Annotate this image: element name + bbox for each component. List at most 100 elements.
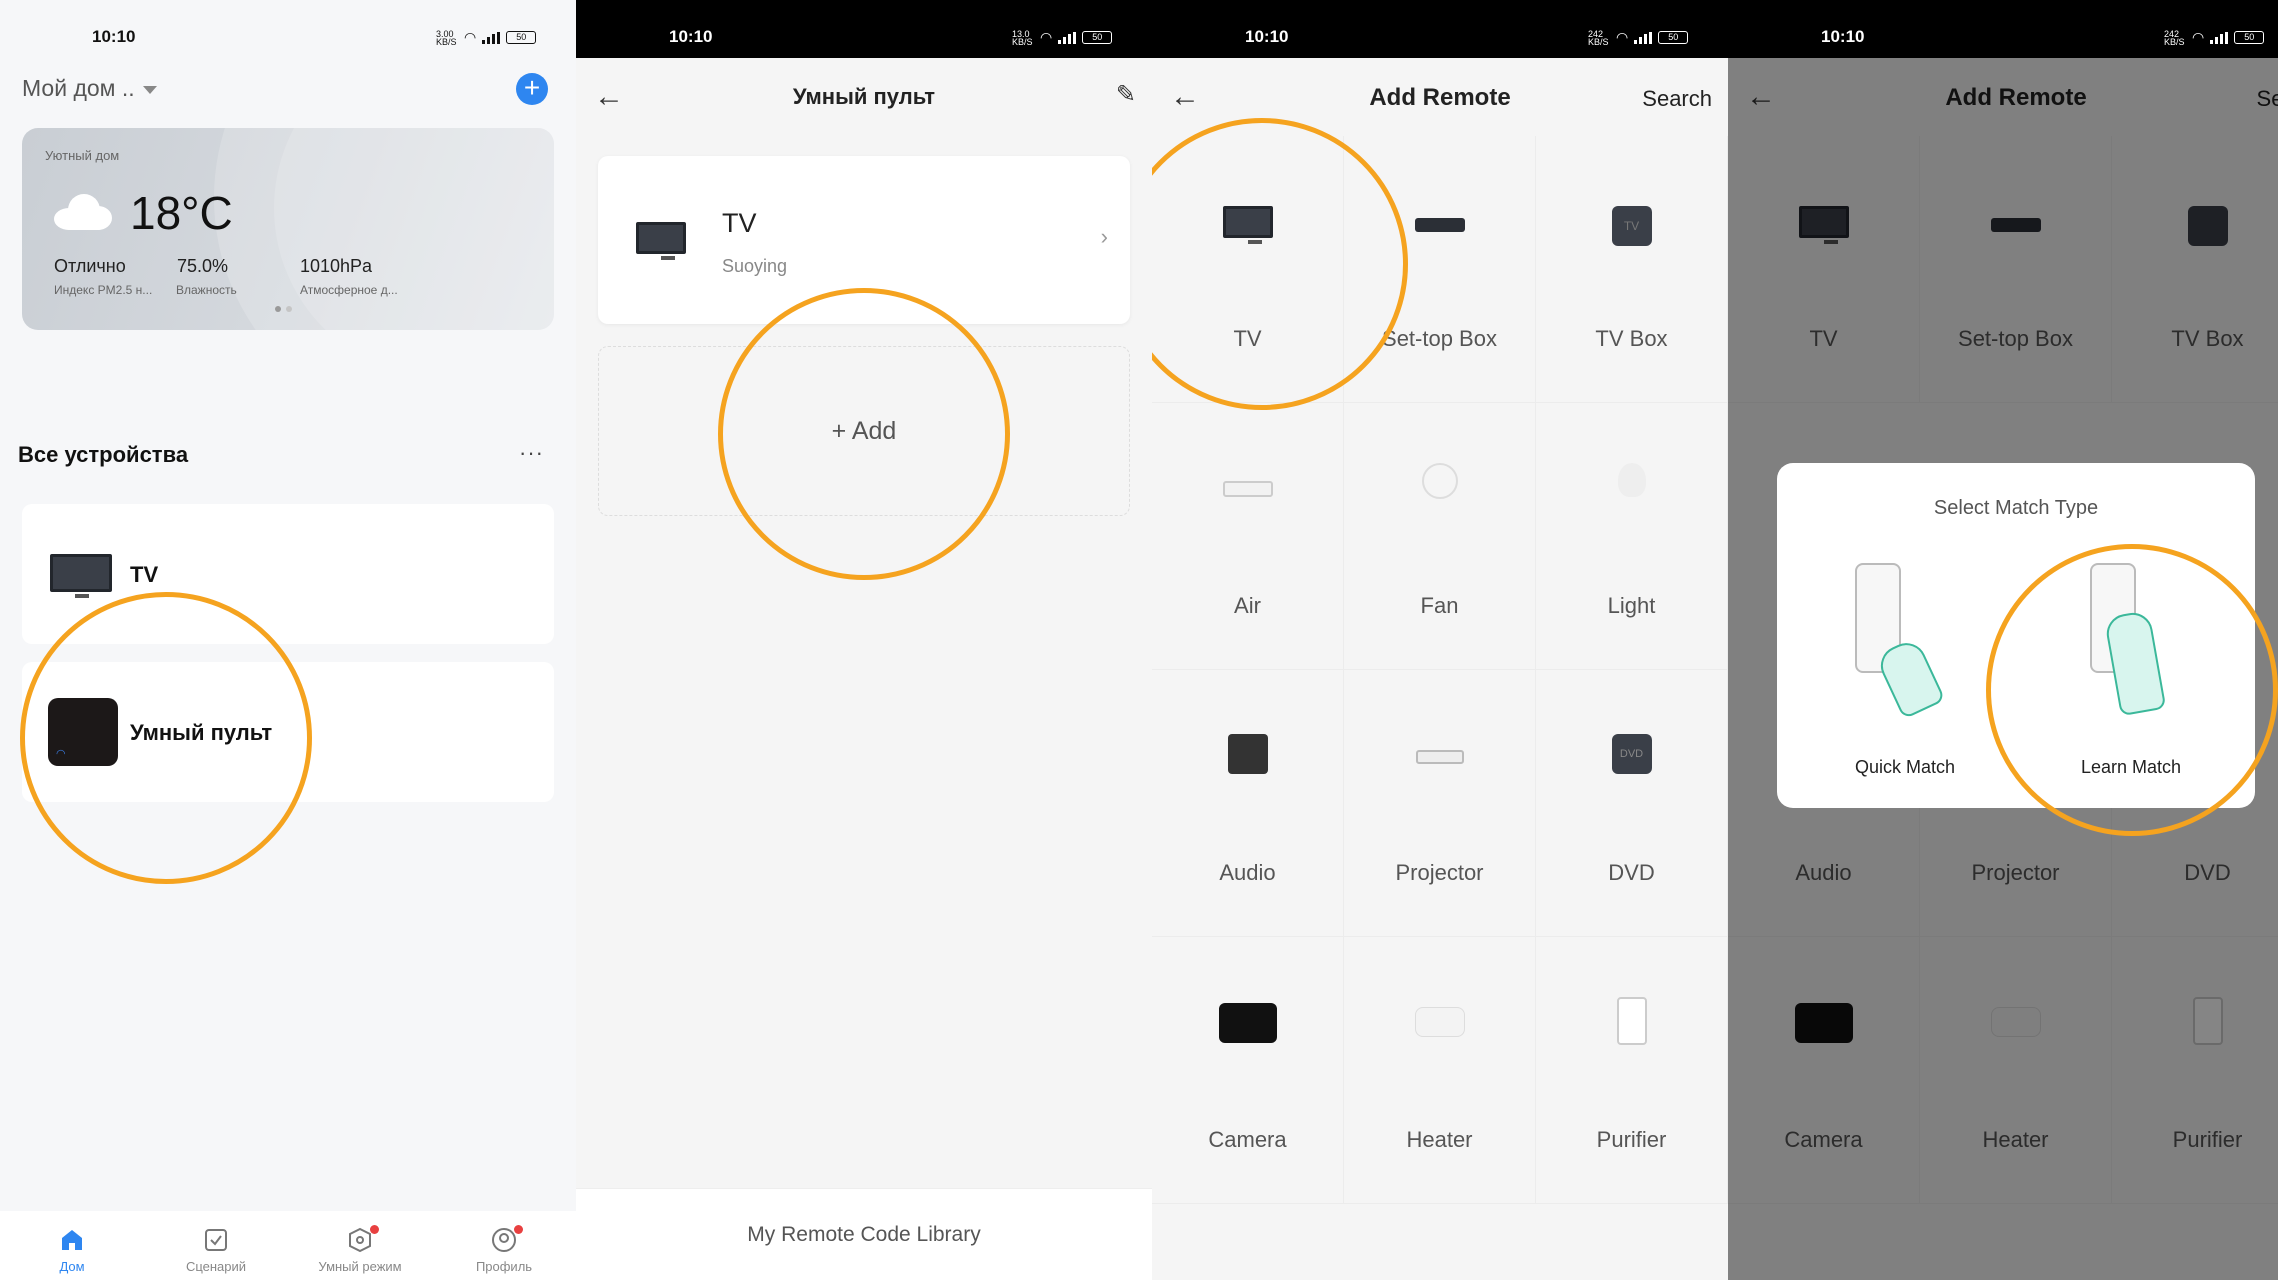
profile-icon: [492, 1228, 516, 1252]
battery-icon: 50: [506, 31, 537, 44]
device-card-smart-remote[interactable]: ◠ Умный пульт: [22, 662, 554, 802]
chevron-right-icon: ›: [1100, 224, 1108, 249]
pressure-value: 1010hPa: [300, 256, 373, 276]
tab-profile[interactable]: Профиль: [432, 1211, 576, 1280]
remote-code-library-bar[interactable]: My Remote Code Library: [576, 1188, 1152, 1280]
purifier-icon: [1616, 997, 1647, 1045]
tab-label: Умный режим: [318, 1259, 402, 1274]
net-speed: 3.00 KB/S: [436, 28, 457, 47]
remote-code-library-label: My Remote Code Library: [747, 1223, 981, 1246]
tab-label: Сценарий: [185, 1259, 247, 1274]
air-quality-label: Индекс PM2.5 н...: [54, 283, 153, 297]
set-top-box-icon: [1414, 218, 1465, 232]
weather-card[interactable]: Уютный дом 18°C Отлично 75.0% 1010hPa Ин…: [22, 128, 554, 330]
category-dvd[interactable]: DVD DVD: [1536, 670, 1728, 937]
page-indicator: [275, 306, 292, 312]
category-label: Audio: [1219, 860, 1276, 885]
home-title: Мой дом ..: [22, 75, 135, 101]
quick-match-option[interactable]: Quick Match: [1777, 463, 2016, 808]
add-remote-button[interactable]: + Add: [598, 346, 1130, 516]
wifi-icon: ◠: [1040, 29, 1053, 45]
humidity-value: 75.0%: [177, 256, 229, 276]
match-type-dialog: Select Match Type Quick Match Learn Matc…: [1777, 463, 2255, 808]
humidity-label: Влажность: [176, 283, 237, 297]
category-label: Projector: [1395, 860, 1484, 885]
tab-scenario[interactable]: Сценарий: [144, 1211, 288, 1280]
category-light[interactable]: Light: [1536, 403, 1728, 670]
edit-icon[interactable]: ✎: [1116, 80, 1136, 109]
dvd-icon: DVD: [1611, 734, 1652, 774]
wifi-icon: ◠: [2192, 29, 2205, 45]
checkbox-icon: [205, 1229, 227, 1251]
device-card-tv[interactable]: TV: [22, 504, 554, 644]
status-time: 10:10: [1245, 27, 1289, 46]
add-label: + Add: [831, 417, 897, 445]
quick-match-label: Quick Match: [1854, 757, 1956, 777]
tab-label: Дом: [59, 1259, 85, 1274]
notification-dot: [514, 1225, 523, 1234]
pressure-label: Атмосферное д...: [300, 283, 398, 297]
app-bar: ← Умный пульт ✎: [576, 58, 1152, 138]
category-heater[interactable]: Heater: [1344, 937, 1536, 1204]
home-selector[interactable]: Мой дом ..: [22, 75, 157, 102]
category-label: Light: [1607, 593, 1656, 618]
status-indicators: 13.0 KB/S ◠ 50: [1012, 28, 1113, 47]
device-name: Умный пульт: [130, 720, 273, 745]
category-label: DVD: [1608, 860, 1655, 885]
category-label: Air: [1234, 593, 1261, 618]
heater-icon: [1414, 1007, 1465, 1037]
status-time: 10:10: [92, 27, 136, 46]
notification-dot: [370, 1225, 379, 1234]
category-camera[interactable]: Camera: [1152, 937, 1344, 1204]
battery-icon: 50: [1658, 31, 1689, 44]
wifi-icon: ◠: [1616, 29, 1629, 45]
bottom-tab-bar: Дом Сценарий Умный режим Профиль: [0, 1211, 576, 1280]
tab-home[interactable]: Дом: [0, 1211, 144, 1280]
light-bulb-icon: [1617, 463, 1646, 497]
category-projector[interactable]: Projector: [1344, 670, 1536, 937]
tv-icon: [1222, 206, 1273, 244]
status-indicators: 3.00 KB/S ◠ 50: [436, 28, 537, 47]
net-speed: 242 KB/S: [2164, 28, 2185, 47]
app-bar: ← Add Remote Search: [1152, 58, 1728, 138]
category-audio[interactable]: Audio: [1152, 670, 1344, 937]
category-label: TV: [1233, 326, 1262, 351]
remote-hub-icon: ◠: [48, 698, 118, 766]
category-air[interactable]: Air: [1152, 403, 1344, 670]
status-bar: 10:10 13.0 KB/S ◠ 50: [576, 0, 1152, 58]
status-time: 10:10: [669, 27, 713, 46]
chevron-down-icon: [142, 85, 157, 94]
learn-match-label: Learn Match: [2080, 757, 2182, 777]
category-set-top-box[interactable]: Set-top Box: [1344, 136, 1536, 403]
learn-match-option[interactable]: Learn Match: [2016, 463, 2255, 808]
speaker-icon: [1227, 734, 1268, 774]
add-remote-screen: 10:10 242 KB/S ◠ 50 ← Add Remote Search …: [1152, 0, 1728, 1280]
tv-icon: [636, 222, 686, 260]
category-tv[interactable]: TV: [1152, 136, 1344, 403]
category-purifier[interactable]: Purifier: [1536, 937, 1728, 1204]
tv-box-icon: TV: [1611, 206, 1652, 246]
net-speed: 13.0 KB/S: [1012, 28, 1033, 47]
select-match-screen: 10:10 242 KB/S ◠ 50 ← Add Remote Searc T…: [1728, 0, 2278, 1280]
device-name: TV: [130, 562, 159, 587]
more-icon[interactable]: ···: [519, 440, 544, 466]
tab-smart-mode[interactable]: Умный режим: [288, 1211, 432, 1280]
status-bar: 10:10 3.00 KB/S ◠ 50: [0, 0, 576, 58]
remote-card-tv[interactable]: TV Suoying ›: [598, 156, 1130, 324]
home-icon: [62, 1230, 82, 1250]
signal-icon: [482, 31, 501, 44]
wifi-icon: ◠: [464, 29, 477, 45]
category-label: Camera: [1208, 1127, 1287, 1152]
signal-icon: [2210, 31, 2229, 44]
status-indicators: 242 KB/S ◠ 50: [2164, 28, 2265, 47]
weather-decoration: [274, 128, 554, 330]
remote-brand: Suoying: [722, 256, 788, 276]
add-device-button[interactable]: +: [516, 73, 548, 105]
page-title: Умный пульт: [792, 84, 936, 109]
status-bar: 10:10 242 KB/S ◠ 50: [1728, 0, 2278, 58]
section-title: Все устройства: [18, 442, 189, 467]
category-tv-box[interactable]: TV TV Box: [1536, 136, 1728, 403]
category-fan[interactable]: Fan: [1344, 403, 1536, 670]
air-conditioner-icon: [1222, 481, 1273, 497]
search-button[interactable]: Search: [1642, 86, 1712, 112]
